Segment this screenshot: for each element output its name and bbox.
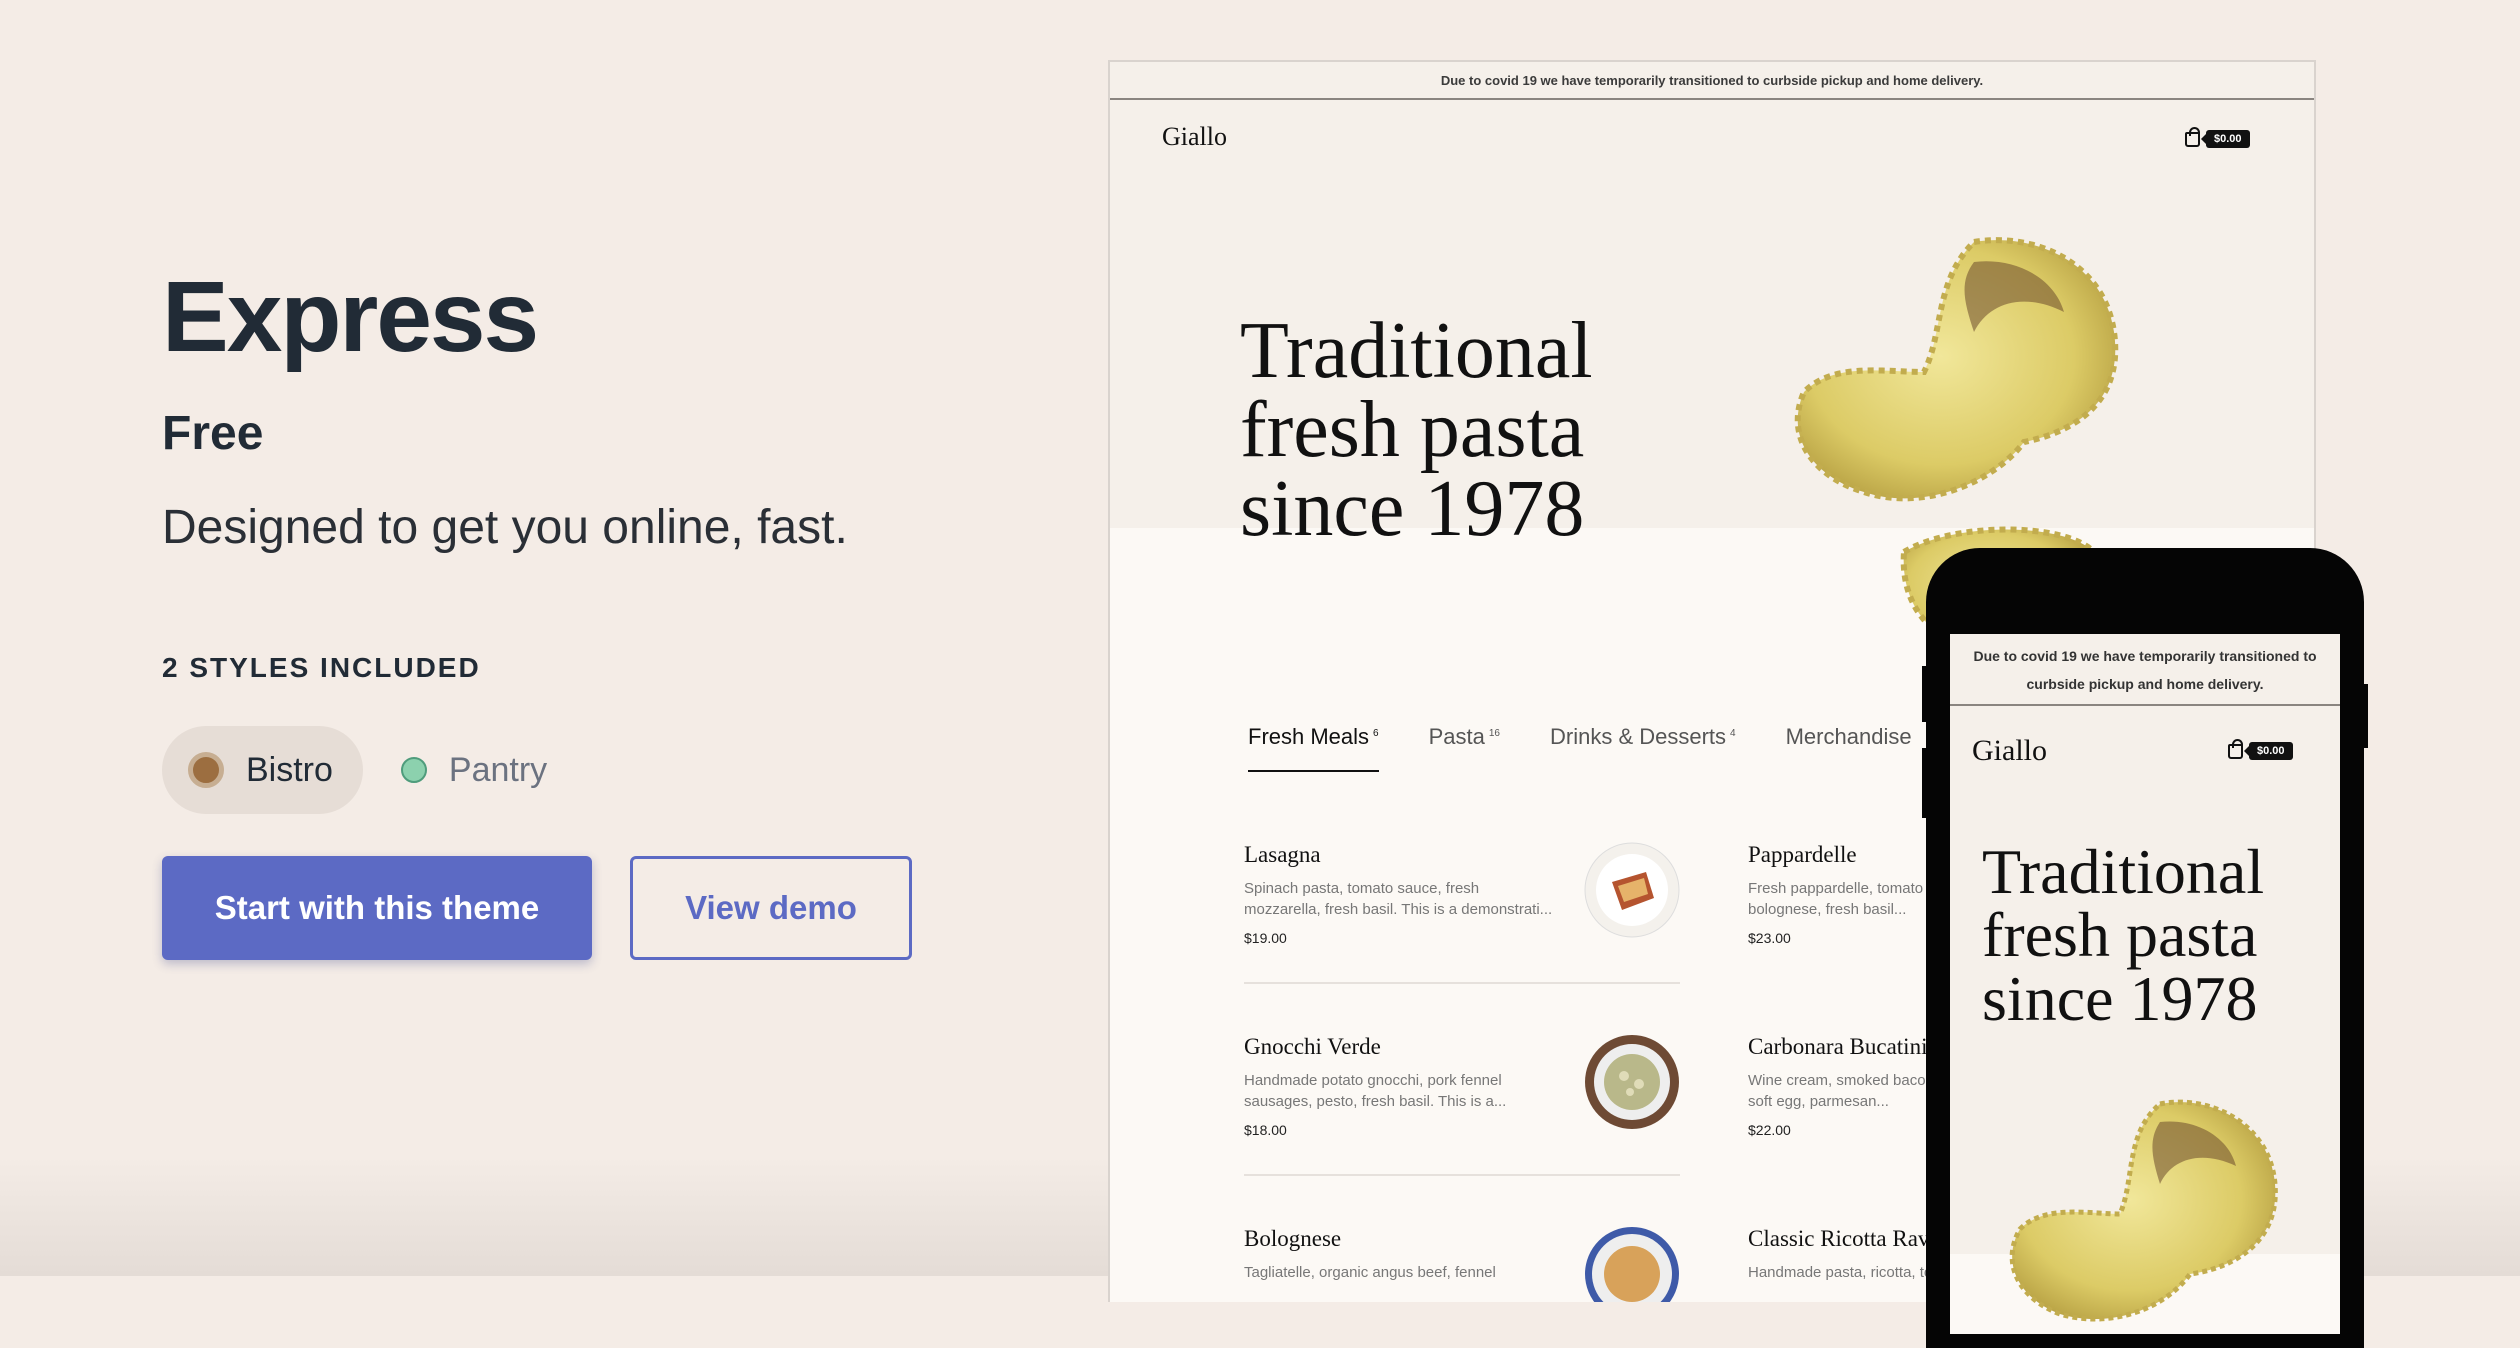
- start-with-theme-button[interactable]: Start with this theme: [162, 856, 592, 960]
- tab-label: Merchandise: [1785, 724, 1912, 749]
- hero-line: fresh pasta: [1240, 386, 1585, 475]
- store-logo[interactable]: Giallo: [1972, 734, 2047, 768]
- tab-label: Drinks & Desserts: [1550, 724, 1727, 749]
- cart-button[interactable]: $0.00: [2228, 738, 2293, 760]
- hero-title: Traditional fresh pasta since 1978: [1982, 840, 2264, 1031]
- hero-title: Traditional fresh pasta since 1978: [1240, 311, 1593, 554]
- view-demo-button[interactable]: View demo: [630, 856, 912, 960]
- menu-item-description: Spinach pasta, tomato sauce, fresh mozza…: [1244, 880, 1553, 918]
- tab-count: 6: [1373, 727, 1379, 739]
- cart-total: $0.00: [2201, 130, 2250, 148]
- hero-line: fresh pasta: [1982, 899, 2258, 971]
- cart-button[interactable]: $0.00: [2185, 126, 2250, 148]
- ravioli-image: [2009, 1099, 2278, 1322]
- styles-label: 2 STYLES INCLUDED: [162, 652, 481, 683]
- hero-line: Traditional: [1240, 307, 1593, 395]
- menu-item[interactable]: Lasagna Spinach pasta, tomato sauce, fre…: [1244, 842, 1680, 984]
- hero-line: since 1978: [1982, 962, 2258, 1034]
- lasagna-thumbnail-icon: [1584, 842, 1680, 938]
- menu-divider: [1244, 982, 1680, 984]
- phone-side-button: [1922, 748, 1930, 818]
- style-option-label: Pantry: [448, 750, 548, 789]
- style-option-bistro[interactable]: Bistro: [162, 726, 363, 814]
- menu-item-description: Handmade potato gnocchi, pork fennel sau…: [1244, 1072, 1507, 1110]
- announcement-bar: Due to covid 19 we have temporarily tran…: [1950, 634, 2340, 706]
- phone-side-button: [1922, 666, 1930, 722]
- tab-label: Pasta: [1428, 724, 1485, 749]
- style-option-pantry[interactable]: Pantry: [375, 726, 577, 814]
- cart-total: $0.00: [2244, 742, 2293, 760]
- tab-pasta[interactable]: Pasta 16: [1429, 724, 1500, 772]
- gnocchi-thumbnail-icon: [1585, 1035, 1679, 1129]
- tab-count: 4: [1730, 727, 1736, 739]
- theme-price: Free: [162, 407, 264, 460]
- pantry-swatch-icon: [400, 757, 427, 783]
- hero-line: since 1978: [1240, 465, 1585, 554]
- store-logo[interactable]: Giallo: [1162, 122, 1227, 152]
- menu-item[interactable]: Gnocchi Verde Handmade potato gnocchi, p…: [1244, 1034, 1680, 1176]
- action-buttons: Start with this theme View demo: [162, 856, 912, 960]
- shopping-bag-icon: [2228, 738, 2243, 759]
- tab-drinks-desserts[interactable]: Drinks & Desserts 4: [1550, 724, 1736, 772]
- tab-count: 16: [1488, 727, 1500, 739]
- tab-fresh-meals[interactable]: Fresh Meals 6: [1248, 724, 1379, 772]
- tab-label: Fresh Meals: [1248, 724, 1370, 749]
- mobile-screen: Due to covid 19 we have temporarily tran…: [1950, 634, 2340, 1334]
- hero-line: Traditional: [1982, 836, 2265, 907]
- mobile-preview: Due to covid 19 we have temporarily tran…: [1922, 548, 2368, 1348]
- phone-side-button: [2360, 684, 2368, 748]
- bistro-swatch-icon: [188, 752, 224, 788]
- style-option-label: Bistro: [246, 750, 333, 789]
- menu-divider: [1244, 1174, 1680, 1176]
- theme-tagline: Designed to get you online, fast.: [162, 501, 848, 554]
- style-selector: Bistro Pantry: [162, 726, 577, 814]
- tab-merchandise[interactable]: Merchandise: [1786, 724, 1912, 772]
- announcement-bar: Due to covid 19 we have temporarily tran…: [1110, 62, 2314, 100]
- shopping-bag-icon: [2185, 126, 2200, 147]
- theme-title: Express: [162, 261, 539, 373]
- menu-item-description: Tagliatelle, organic angus beef, fennel: [1244, 1264, 1496, 1281]
- menu-item[interactable]: Bolognese Tagliatelle, organic angus bee…: [1244, 1226, 1680, 1302]
- category-tabs: Fresh Meals 6 Pasta 16 Drinks & Desserts 4 …: [1248, 724, 1912, 772]
